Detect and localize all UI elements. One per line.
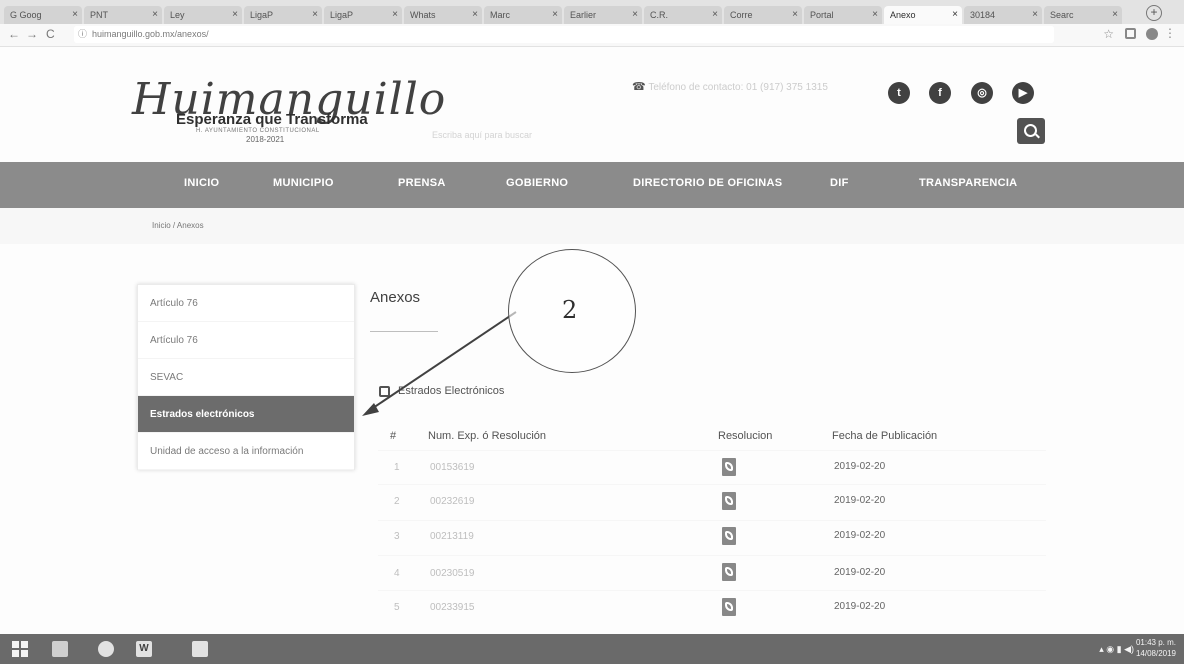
system-tray-icons[interactable]: ▴ ◉ ▮ ◀)	[1099, 644, 1134, 655]
file-explorer-icon[interactable]	[52, 641, 68, 657]
chrome-icon[interactable]	[98, 641, 114, 657]
annotation-number: 2	[562, 296, 578, 324]
taskbar: W ▴ ◉ ▮ ◀) 01:43 p. m. 14/08/2019	[0, 634, 1184, 664]
acrobat-icon[interactable]	[192, 641, 208, 657]
clock-date: 14/08/2019	[1135, 649, 1176, 658]
windows-start-icon[interactable]	[12, 641, 28, 657]
clock-time: 01:43 p. m.	[1135, 638, 1176, 647]
word-icon[interactable]: W	[136, 641, 152, 657]
system-clock[interactable]: 01:43 p. m. 14/08/2019	[1136, 637, 1176, 659]
